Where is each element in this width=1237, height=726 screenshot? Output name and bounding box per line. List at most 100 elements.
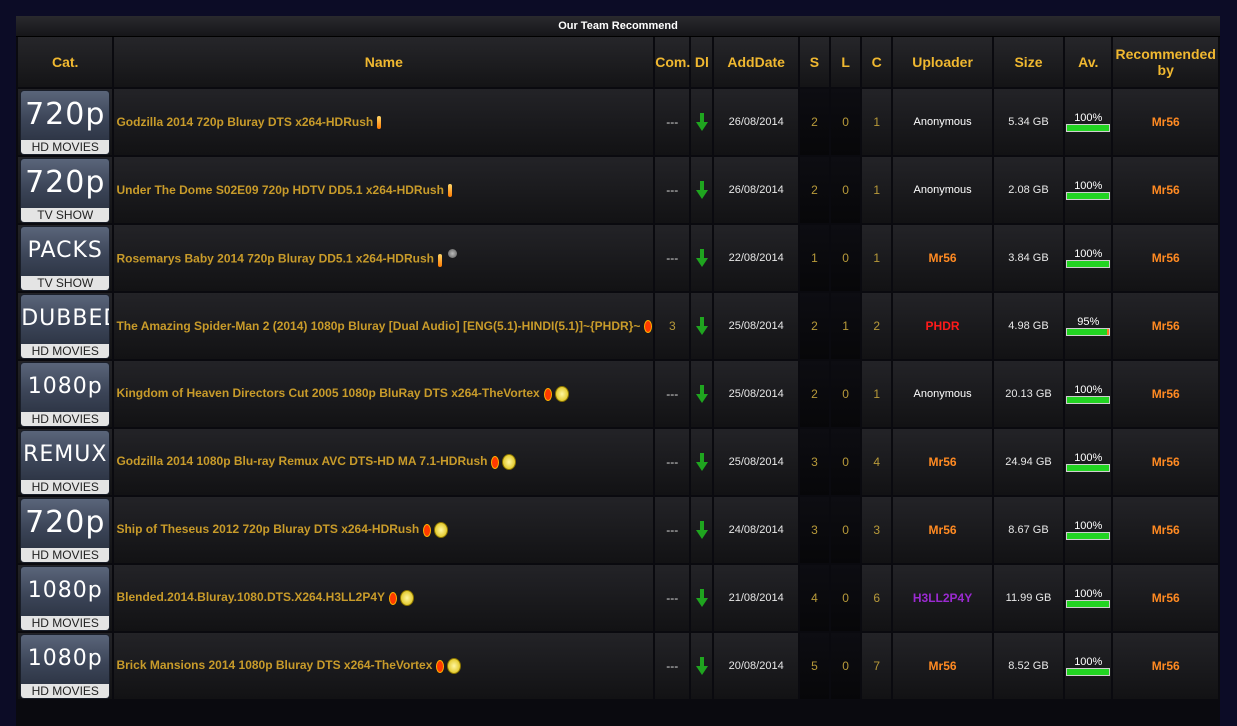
- seeders-count[interactable]: 2: [811, 115, 818, 129]
- recommended-by-name[interactable]: Mr56: [1152, 115, 1180, 129]
- leechers-count[interactable]: 0: [842, 455, 849, 469]
- size-cell: 3.84 GB: [993, 225, 1064, 291]
- leechers-count[interactable]: 1: [842, 319, 849, 333]
- category-badge[interactable]: 1080p HD MOVIES: [20, 633, 111, 699]
- recommended-by-cell: Mr56: [1113, 361, 1218, 427]
- completed-count[interactable]: 1: [873, 251, 880, 265]
- leechers-count[interactable]: 0: [842, 387, 849, 401]
- category-badge[interactable]: 1080p HD MOVIES: [20, 565, 111, 631]
- recommended-by-name[interactable]: Mr56: [1152, 523, 1180, 537]
- availability-cell: 100%: [1065, 429, 1112, 495]
- leechers-count[interactable]: 0: [842, 659, 849, 673]
- leechers-count[interactable]: 0: [842, 183, 849, 197]
- torrent-name-link[interactable]: Ship of Theseus 2012 720p Bluray DTS x26…: [116, 522, 419, 536]
- category-badge[interactable]: 720p HD MOVIES: [20, 497, 111, 563]
- col-header-dl: Dl: [691, 37, 713, 87]
- uploader-name[interactable]: Mr56: [929, 523, 957, 537]
- col-header-uploader[interactable]: Uploader: [893, 37, 992, 87]
- completed-count[interactable]: 3: [873, 523, 880, 537]
- col-header-cat[interactable]: Cat.: [18, 37, 113, 87]
- completed-count[interactable]: 2: [873, 319, 880, 333]
- download-arrow-icon[interactable]: [695, 521, 708, 539]
- torrent-name-link[interactable]: Brick Mansions 2014 1080p Bluray DTS x26…: [116, 658, 432, 672]
- col-header-size[interactable]: Size: [993, 37, 1064, 87]
- category-badge[interactable]: 720p HD MOVIES: [20, 89, 111, 155]
- col-header-leechers[interactable]: L: [831, 37, 861, 87]
- rec-header-line1: Recommended: [1115, 46, 1216, 62]
- category-badge[interactable]: PACKS TV SHOW: [20, 225, 111, 291]
- recommended-by-name[interactable]: Mr56: [1152, 659, 1180, 673]
- col-header-com[interactable]: Com.: [655, 37, 690, 87]
- recommended-by-name[interactable]: Mr56: [1152, 387, 1180, 401]
- seeders-count[interactable]: 1: [811, 251, 818, 265]
- completed-count[interactable]: 4: [873, 455, 880, 469]
- recommended-by-name[interactable]: Mr56: [1152, 455, 1180, 469]
- seeders-count[interactable]: 2: [811, 319, 818, 333]
- torrent-name-link[interactable]: The Amazing Spider-Man 2 (2014) 1080p Bl…: [116, 319, 640, 333]
- download-arrow-icon[interactable]: [695, 317, 708, 335]
- download-arrow-icon[interactable]: [695, 385, 708, 403]
- availability-cell: 100%: [1065, 225, 1112, 291]
- torrent-name-link[interactable]: Under The Dome S02E09 720p HDTV DD5.1 x2…: [116, 183, 443, 197]
- completed-count[interactable]: 1: [873, 115, 880, 129]
- completed-count[interactable]: 1: [873, 183, 880, 197]
- recommended-by-name[interactable]: Mr56: [1152, 183, 1180, 197]
- name-cell: Under The Dome S02E09 720p HDTV DD5.1 x2…: [114, 157, 654, 223]
- download-arrow-icon[interactable]: [695, 589, 708, 607]
- availability-percent: 100%: [1074, 384, 1103, 396]
- download-arrow-icon[interactable]: [695, 113, 708, 131]
- download-arrow-icon[interactable]: [695, 453, 708, 471]
- recommended-by-cell: Mr56: [1113, 429, 1218, 495]
- uploader-name[interactable]: Mr56: [929, 455, 957, 469]
- leechers-count[interactable]: 0: [842, 115, 849, 129]
- uploader-name[interactable]: Mr56: [929, 659, 957, 673]
- availability-cell: 95%: [1065, 293, 1112, 359]
- seeders-count[interactable]: 3: [811, 523, 818, 537]
- leechers-count[interactable]: 0: [842, 523, 849, 537]
- torrent-name-link[interactable]: Godzilla 2014 1080p Blu-ray Remux AVC DT…: [116, 454, 487, 468]
- col-header-availability[interactable]: Av.: [1065, 37, 1112, 87]
- recommended-by-name[interactable]: Mr56: [1152, 251, 1180, 265]
- leechers-count[interactable]: 0: [842, 591, 849, 605]
- category-badge[interactable]: 1080p HD MOVIES: [20, 361, 111, 427]
- date-cell: 26/08/2014: [714, 157, 798, 223]
- uploader-name[interactable]: PHDR: [926, 319, 960, 333]
- ruby-icon: [436, 659, 445, 673]
- uploader-name[interactable]: H3LL2P4Y: [913, 591, 972, 605]
- col-header-name[interactable]: Name: [114, 37, 654, 87]
- download-arrow-icon[interactable]: [695, 181, 708, 199]
- seeders-count[interactable]: 3: [811, 455, 818, 469]
- category-label: DUBBED: [21, 305, 109, 331]
- recommended-by-cell: Mr56: [1113, 565, 1218, 631]
- recommended-by-cell: Mr56: [1113, 293, 1218, 359]
- category-badge[interactable]: REMUX HD MOVIES: [20, 429, 111, 495]
- availability-percent: 100%: [1074, 248, 1103, 260]
- torrent-name-link[interactable]: Kingdom of Heaven Directors Cut 2005 108…: [116, 386, 539, 400]
- date-cell: 20/08/2014: [714, 633, 798, 699]
- category-badge[interactable]: DUBBED HD MOVIES: [20, 293, 111, 359]
- leechers-count[interactable]: 0: [842, 251, 849, 265]
- completed-count[interactable]: 1: [873, 387, 880, 401]
- availability-cell: 100%: [1065, 157, 1112, 223]
- col-header-adddate[interactable]: AddDate: [714, 37, 798, 87]
- seeders-count[interactable]: 4: [811, 591, 818, 605]
- download-arrow-icon[interactable]: [695, 249, 708, 267]
- torrent-name-link[interactable]: Blended.2014.Bluray.1080.DTS.X264.H3LL2P…: [116, 590, 385, 604]
- leechers-cell: 0: [831, 89, 861, 155]
- col-header-seeders[interactable]: S: [799, 37, 830, 87]
- torrent-name-link[interactable]: Godzilla 2014 720p Bluray DTS x264-HDRus…: [116, 115, 373, 129]
- seeders-count[interactable]: 2: [811, 387, 818, 401]
- seeders-count[interactable]: 2: [811, 183, 818, 197]
- download-arrow-icon[interactable]: [695, 657, 708, 675]
- seeders-count[interactable]: 5: [811, 659, 818, 673]
- comments-count[interactable]: 3: [669, 319, 676, 333]
- category-badge[interactable]: 720p TV SHOW: [20, 157, 111, 223]
- col-header-completed[interactable]: C: [862, 37, 892, 87]
- recommended-by-name[interactable]: Mr56: [1152, 319, 1180, 333]
- completed-count[interactable]: 6: [873, 591, 880, 605]
- torrent-name-link[interactable]: Rosemarys Baby 2014 720p Bluray DD5.1 x2…: [116, 252, 433, 266]
- uploader-name[interactable]: Mr56: [929, 251, 957, 265]
- download-cell: [691, 225, 713, 291]
- recommended-by-name[interactable]: Mr56: [1152, 591, 1180, 605]
- completed-count[interactable]: 7: [873, 659, 880, 673]
